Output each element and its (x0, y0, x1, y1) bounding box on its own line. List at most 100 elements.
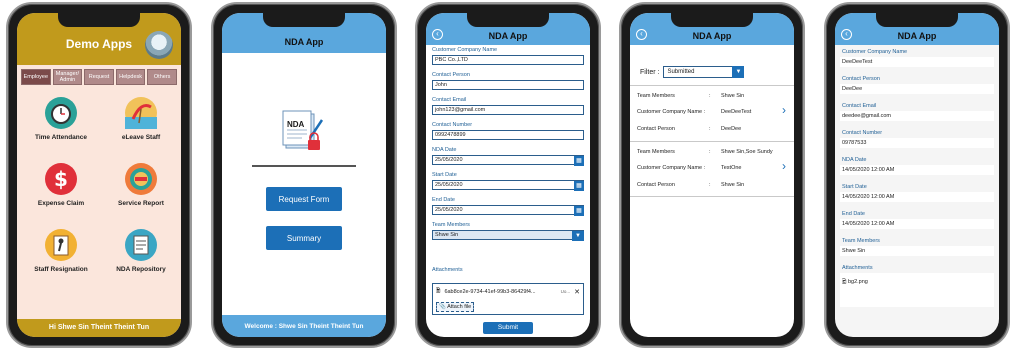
app-tile-label: Service Report (118, 200, 164, 207)
field-value: DeeDee (840, 84, 994, 94)
field-value: DeeDeeTest (840, 57, 994, 67)
phone-notch (263, 13, 345, 27)
contact-number-input[interactable]: 0992478899 (432, 130, 584, 140)
submit-button[interactable]: Submit (483, 322, 533, 334)
colon: : (709, 126, 711, 132)
contact-email-input[interactable]: john123@gmail.com (432, 105, 584, 115)
customer-company-input[interactable]: PBC Co.,LTD (432, 55, 584, 65)
end-date-field: End Date 25/05/2020 ▦ (432, 197, 584, 216)
detail-field: Customer Company Name DeeDeeTest (840, 49, 994, 67)
field-label: Team Members (842, 238, 880, 244)
contact-number-field: Contact Number 0992478899 (432, 122, 584, 140)
tab-others[interactable]: Others (147, 69, 177, 85)
contact-person-value: Shwe Sin (721, 182, 745, 188)
field-label: Customer Company Name (842, 49, 908, 55)
calendar-icon[interactable]: ▦ (574, 156, 584, 166)
start-date-input[interactable]: 25/05/2020 (432, 180, 584, 190)
customer-company-field: Customer Company Name PBC Co.,LTD (432, 47, 584, 65)
field-label: Contact Email (432, 97, 467, 103)
field-value: Shwe Sin (840, 246, 994, 256)
attachment-filename[interactable]: bg2.png (848, 279, 868, 285)
tab-request[interactable]: Request (84, 69, 114, 85)
chevron-right-icon[interactable]: › (782, 159, 786, 173)
customer-company-value: DeeDeeTest (721, 109, 752, 115)
contact-person-field: Contact Person John (432, 72, 584, 90)
filter-bar: Filter : Submitted ▼ (640, 66, 745, 78)
phone-nda-summary-list: ‹ NDA App Filter : Submitted ▼ Team Memb… (619, 2, 805, 348)
remove-attachment-icon[interactable]: ✕ (574, 288, 580, 296)
contact-person-label: Contact Person (637, 126, 675, 132)
tab-helpdesk[interactable]: Helpdesk (115, 69, 146, 85)
app-title: NDA App (897, 31, 937, 41)
calendar-icon[interactable]: ▦ (574, 206, 584, 216)
field-label: Customer Company Name (432, 47, 498, 53)
start-date-field: Start Date 25/05/2020 ▦ (432, 172, 584, 191)
phone-nda-detail: ‹ NDA App Customer Company Name DeeDeeTe… (824, 2, 1010, 348)
clock-icon (45, 97, 77, 129)
field-label: Attachments (432, 267, 463, 273)
field-label: Contact Email (842, 103, 877, 109)
team-members-value: Shwe Sin (721, 93, 745, 99)
phone-demo-apps: Demo Apps Employee Manager/ Admin Reques… (6, 2, 192, 348)
request-form-button[interactable]: Request Form (266, 187, 342, 211)
contact-person-label: Contact Person (637, 182, 675, 188)
app-tile-expense-claim[interactable]: $ Expense Claim (21, 163, 101, 207)
tab-manager-admin[interactable]: Manager/ Admin (52, 69, 83, 85)
contact-email-field: Contact Email john123@gmail.com (432, 97, 584, 115)
contact-person-input[interactable]: John (432, 80, 584, 90)
nda-doc-label: NDA (287, 120, 305, 129)
phone-notch (58, 13, 140, 27)
field-label: Start Date (432, 172, 457, 178)
nda-date-input[interactable]: 25/05/2020 (432, 155, 584, 165)
exit-icon (45, 229, 77, 261)
app-tile-eleave-staff[interactable]: eLeave Staff (101, 97, 181, 141)
team-members-select[interactable]: Shwe Sin (432, 230, 584, 240)
phone-nda-home: NDA App NDA Request Form Summary Welcome… (211, 2, 397, 348)
colon: : (709, 182, 711, 188)
chevron-right-icon[interactable]: › (782, 103, 786, 117)
company-logo-icon[interactable] (145, 31, 173, 59)
team-members-label: Team Members (637, 93, 675, 99)
attachments-box: 🗎 6ab8ce2e-9734-41ef-99b3-86429f4... Uo.… (432, 283, 584, 315)
attachments-field: Attachments (432, 267, 584, 275)
attach-file-button[interactable]: 📎 Attach file (436, 302, 475, 312)
attachments-box: 🖻 bg2.png (840, 273, 994, 307)
end-date-input[interactable]: 25/05/2020 (432, 205, 584, 215)
category-tabs: Employee Manager/ Admin Request Helpdesk… (21, 69, 177, 85)
list-item[interactable]: Team Members: Shwe Sin,Soe Sundy Custome… (630, 141, 794, 197)
phone-screen: ‹ NDA App Customer Company Name PBC Co.,… (426, 13, 590, 337)
record-team-row: Team Members: Shwe Sin,Soe Sundy (637, 149, 773, 155)
app-tile-service-report[interactable]: Service Report (101, 163, 181, 207)
attachment-row: 🗎 6ab8ce2e-9734-41ef-99b3-86429f4... Uo.… (433, 284, 583, 299)
repository-icon (125, 229, 157, 261)
field-value: 14/05/2020 12:00 AM (840, 192, 994, 202)
field-label: Team Members (432, 222, 470, 228)
field-value: 09787533 (840, 138, 994, 148)
field-label: Start Date (842, 184, 867, 190)
chevron-down-icon[interactable]: ▼ (572, 231, 584, 241)
field-label: End Date (842, 211, 865, 217)
field-value: 14/05/2020 12:00 AM (840, 165, 994, 175)
field-label: Contact Person (842, 76, 880, 82)
calendar-icon[interactable]: ▦ (574, 181, 584, 191)
app-tile-nda-repository[interactable]: NDA Repository (101, 229, 181, 273)
record-team-row: Team Members: Shwe Sin (637, 93, 744, 99)
tab-employee[interactable]: Employee (21, 69, 51, 85)
chevron-down-icon[interactable]: ▼ (732, 66, 745, 78)
detail-field: Contact Email deedee@gmail.com (840, 103, 994, 121)
app-tile-label: Expense Claim (37, 200, 85, 207)
app-tile-staff-resignation[interactable]: Staff Resignation (21, 229, 101, 273)
list-item[interactable]: Team Members: Shwe Sin Customer Company … (630, 85, 794, 139)
summary-button[interactable]: Summary (266, 226, 342, 250)
svg-text:$: $ (54, 167, 68, 191)
attachment-filename[interactable]: 6ab8ce2e-9734-41ef-99b3-86429f4... (444, 289, 556, 295)
detail-field: End Date 14/05/2020 12:00 AM (840, 211, 994, 229)
phone-nda-request-form: ‹ NDA App Customer Company Name PBC Co.,… (415, 2, 601, 348)
app-tile-time-attendance[interactable]: Time Attendance (21, 97, 101, 141)
detail-field: Contact Number 09787533 (840, 130, 994, 148)
filter-select[interactable]: Submitted (663, 66, 734, 78)
detail-field: Team Members Shwe Sin (840, 238, 994, 256)
colon: : (709, 93, 711, 99)
attachment-size: Uo... (560, 289, 571, 294)
colon: : (709, 149, 711, 155)
